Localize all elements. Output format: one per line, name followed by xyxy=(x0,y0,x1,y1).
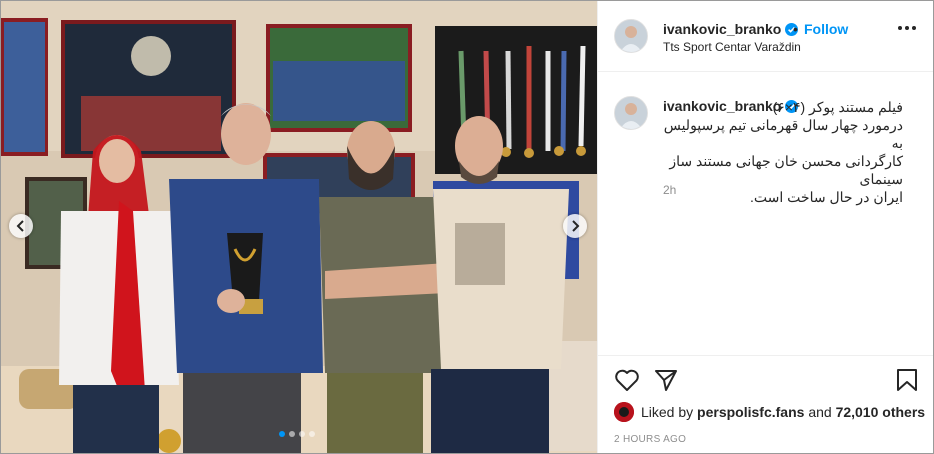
header-username[interactable]: ivankovic_branko xyxy=(663,21,781,37)
share-icon[interactable] xyxy=(654,368,678,392)
carousel-dot xyxy=(309,431,315,437)
avatar[interactable] xyxy=(614,19,648,53)
caption-line: فیلم مستند پوکر (۴×۶) xyxy=(772,99,903,115)
divider xyxy=(598,355,933,356)
follow-button[interactable]: Follow xyxy=(804,21,848,37)
likes-count[interactable]: 72,010 others xyxy=(836,404,926,420)
liked-by-row: Liked by perspolisfc.fans and 72,010 oth… xyxy=(614,402,925,422)
carousel-next-button[interactable] xyxy=(563,214,587,238)
avatar-image xyxy=(615,97,647,129)
post-timestamp[interactable]: 2 HOURS AGO xyxy=(614,434,686,445)
avatar-image xyxy=(615,20,647,52)
caption-line: کارگردانی محسن خان جهانی مستند ساز سینما… xyxy=(669,153,903,187)
carousel-dot xyxy=(279,431,285,437)
post-header: ivankovic_branko • Follow Tts Sport Cent… xyxy=(598,1,933,72)
separator-dot: • xyxy=(793,21,798,37)
carousel-prev-button[interactable] xyxy=(9,214,33,238)
post-photo[interactable] xyxy=(1,1,597,453)
caption-time: 2h xyxy=(663,183,677,197)
location-link[interactable]: Tts Sport Centar Varaždin xyxy=(663,40,801,54)
carousel-indicator xyxy=(279,431,315,437)
liker-avatar[interactable] xyxy=(614,402,634,422)
liker-username[interactable]: perspolisfc.fans xyxy=(697,404,804,420)
heart-icon[interactable] xyxy=(614,368,640,392)
post-side-panel: ivankovic_branko • Follow Tts Sport Cent… xyxy=(597,1,933,453)
liker-avatar-image xyxy=(614,402,634,422)
caption-line: درمورد چهار سال قهرمانی تیم پرسپولیس به xyxy=(663,117,903,151)
bookmark-icon[interactable] xyxy=(896,368,918,392)
chevron-left-icon xyxy=(16,220,24,232)
chevron-right-icon xyxy=(572,220,580,232)
photo-illustration xyxy=(1,1,597,453)
caption-line: ایران در حال ساخت است. xyxy=(750,189,903,205)
caption-avatar[interactable] xyxy=(614,96,648,130)
more-options-icon[interactable] xyxy=(898,26,916,30)
liked-by-prefix: Liked by xyxy=(641,404,694,420)
carousel-dot xyxy=(289,431,295,437)
carousel-dot xyxy=(299,431,305,437)
caption-text: فیلم مستند پوکر (۴×۶) درمورد چهار سال قه… xyxy=(663,98,903,206)
liked-by-and: and xyxy=(808,404,832,420)
header-username-row: ivankovic_branko xyxy=(663,21,799,37)
